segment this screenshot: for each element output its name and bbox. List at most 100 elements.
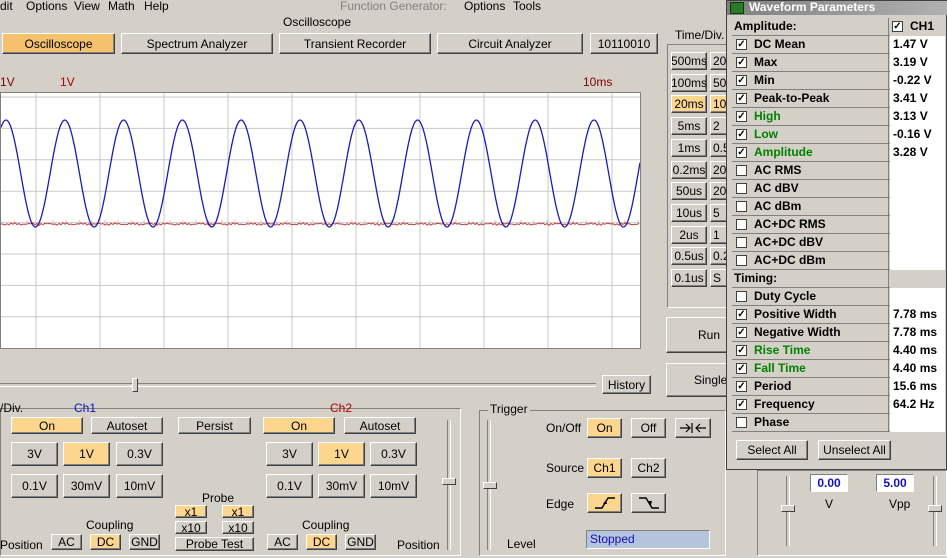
function-generator-label: Function Generator: [340,0,447,13]
parameter-checkbox[interactable]: ✓ [736,129,747,140]
ch1-volts-3v[interactable]: 3V [11,442,58,466]
parameter-checkbox[interactable]: ✓ [736,381,747,392]
scope-display[interactable] [0,92,641,349]
ch1-on-button[interactable]: On [11,417,83,434]
parameter-checkbox[interactable] [736,219,747,230]
fg-menu-tools[interactable]: Tools [513,0,541,13]
menu-view[interactable]: View [74,0,100,13]
parameter-name: AC dBV [754,181,799,195]
ch1-volts-30mv[interactable]: 30mV [63,474,110,498]
ch1-column-checkbox[interactable]: ✓ [892,21,903,32]
probe-ch1-x1[interactable]: x1 [175,505,207,518]
trigger-off-button[interactable]: Off [631,418,666,438]
tab-transient-recorder[interactable]: Transient Recorder [279,33,431,54]
timediv-button[interactable]: 0.5us [671,247,707,266]
ch2-volts-0-3v[interactable]: 0.3V [370,442,417,466]
ch2-on-button[interactable]: On [263,417,335,434]
parameter-checkbox[interactable]: ✓ [736,399,747,410]
ch1-coupling-gnd[interactable]: GND [129,534,160,550]
ch2-volts-10mv[interactable]: 10mV [370,474,417,498]
trigger-level-slider[interactable] [483,482,497,489]
tab-digital-10110010[interactable]: 10110010 [590,33,658,54]
parameter-value: 7.78 ms [890,306,945,324]
amplitude-slider[interactable] [928,505,942,512]
timediv-button[interactable]: 50us [671,182,707,201]
trigger-edge-label: Edge [546,497,575,511]
parameter-checkbox[interactable] [736,291,747,302]
timediv-button[interactable]: 1ms [671,138,707,157]
parameter-checkbox[interactable]: ✓ [736,57,747,68]
menu-help[interactable]: Help [144,0,169,13]
select-all-button[interactable]: Select All [736,440,808,460]
ch2-position-slider[interactable] [442,478,456,485]
parameter-checkbox[interactable] [736,417,747,428]
parameter-checkbox[interactable]: ✓ [736,363,747,374]
parameter-checkbox[interactable] [736,183,747,194]
ch1-volts-10mv[interactable]: 10mV [116,474,163,498]
timediv-button[interactable]: 10us [671,203,707,222]
history-button[interactable]: History [602,375,651,394]
menu-math[interactable]: Math [108,0,135,13]
tab-oscilloscope[interactable]: Oscilloscope [2,33,115,54]
parameter-checkbox[interactable] [736,237,747,248]
ch1-coupling-dc[interactable]: DC [90,534,121,550]
timediv-button[interactable]: 2us [671,225,707,244]
ch2-volts-30mv[interactable]: 30mV [318,474,365,498]
run-button[interactable]: Run [666,317,732,353]
trigger-source-ch2[interactable]: Ch2 [631,458,666,478]
probe-test-button[interactable]: Probe Test [175,537,254,551]
trigger-on-button[interactable]: On [587,418,622,438]
trigger-source-ch1[interactable]: Ch1 [587,458,622,478]
timediv-button[interactable]: 20ms [671,95,707,114]
ch1-autoset-button[interactable]: Autoset [91,417,163,434]
parameter-checkbox[interactable]: ✓ [736,39,747,50]
parameter-checkbox[interactable]: ✓ [736,147,747,158]
parameter-name: Phase [754,415,790,429]
ch2-coupling-dc[interactable]: DC [306,534,337,550]
parameter-checkbox[interactable]: ✓ [736,75,747,86]
ch2-coupling-gnd[interactable]: GND [345,534,376,550]
trigger-rising-edge-button[interactable] [587,493,622,513]
tab-spectrum-analyzer[interactable]: Spectrum Analyzer [121,33,273,54]
ch1-coupling-label: Coupling [86,518,134,532]
parameter-checkbox[interactable] [736,165,747,176]
probe-ch2-x1[interactable]: x1 [222,505,254,518]
parameter-checkbox[interactable]: ✓ [736,327,747,338]
waveform-parameters-title-bar[interactable]: Waveform Parameters [727,1,947,15]
parameter-checkbox[interactable]: ✓ [736,111,747,122]
timediv-button[interactable]: 0.1us [671,269,707,287]
offset-slider[interactable] [781,505,795,512]
ch2-volts-0-1v[interactable]: 0.1V [266,474,313,498]
ch2-coupling-ac[interactable]: AC [267,534,298,550]
trigger-center-button[interactable] [675,418,711,438]
fg-menu-options[interactable]: Options [464,0,505,13]
ch1-volts-0-3v[interactable]: 0.3V [116,442,163,466]
menu-edit[interactable]: dit [0,0,13,13]
parameter-checkbox[interactable] [736,201,747,212]
ch2-volts-3v[interactable]: 3V [266,442,313,466]
ch1-volts-0-1v[interactable]: 0.1V [11,474,58,498]
parameter-value: 4.40 ms [890,342,945,360]
timediv-button[interactable]: 0.2ms [671,160,707,179]
parameter-checkbox[interactable] [736,255,747,266]
menu-options[interactable]: Options [26,0,67,13]
amplitude-unit-label: Vpp [889,497,911,511]
persist-button[interactable]: Persist [178,417,251,434]
unselect-all-button[interactable]: Unselect All [818,440,891,460]
timediv-button[interactable]: 100ms [671,73,707,92]
timediv-button[interactable]: 5ms [671,117,707,136]
ch2-volts-1v[interactable]: 1V [318,442,365,466]
ch1-volts-1v[interactable]: 1V [63,442,110,466]
single-button[interactable]: Single [666,363,732,397]
probe-ch1-x10[interactable]: x10 [175,521,207,534]
timediv-button[interactable]: 500ms [671,52,707,70]
tab-circuit-analyzer[interactable]: Circuit Analyzer [437,33,583,54]
parameter-checkbox[interactable]: ✓ [736,93,747,104]
time-position-slider[interactable] [132,378,138,392]
parameter-checkbox[interactable]: ✓ [736,345,747,356]
ch1-coupling-ac[interactable]: AC [51,534,82,550]
ch2-autoset-button[interactable]: Autoset [344,417,416,434]
probe-ch2-x10[interactable]: x10 [222,521,254,534]
trigger-falling-edge-button[interactable] [631,493,666,513]
parameter-checkbox[interactable]: ✓ [736,309,747,320]
